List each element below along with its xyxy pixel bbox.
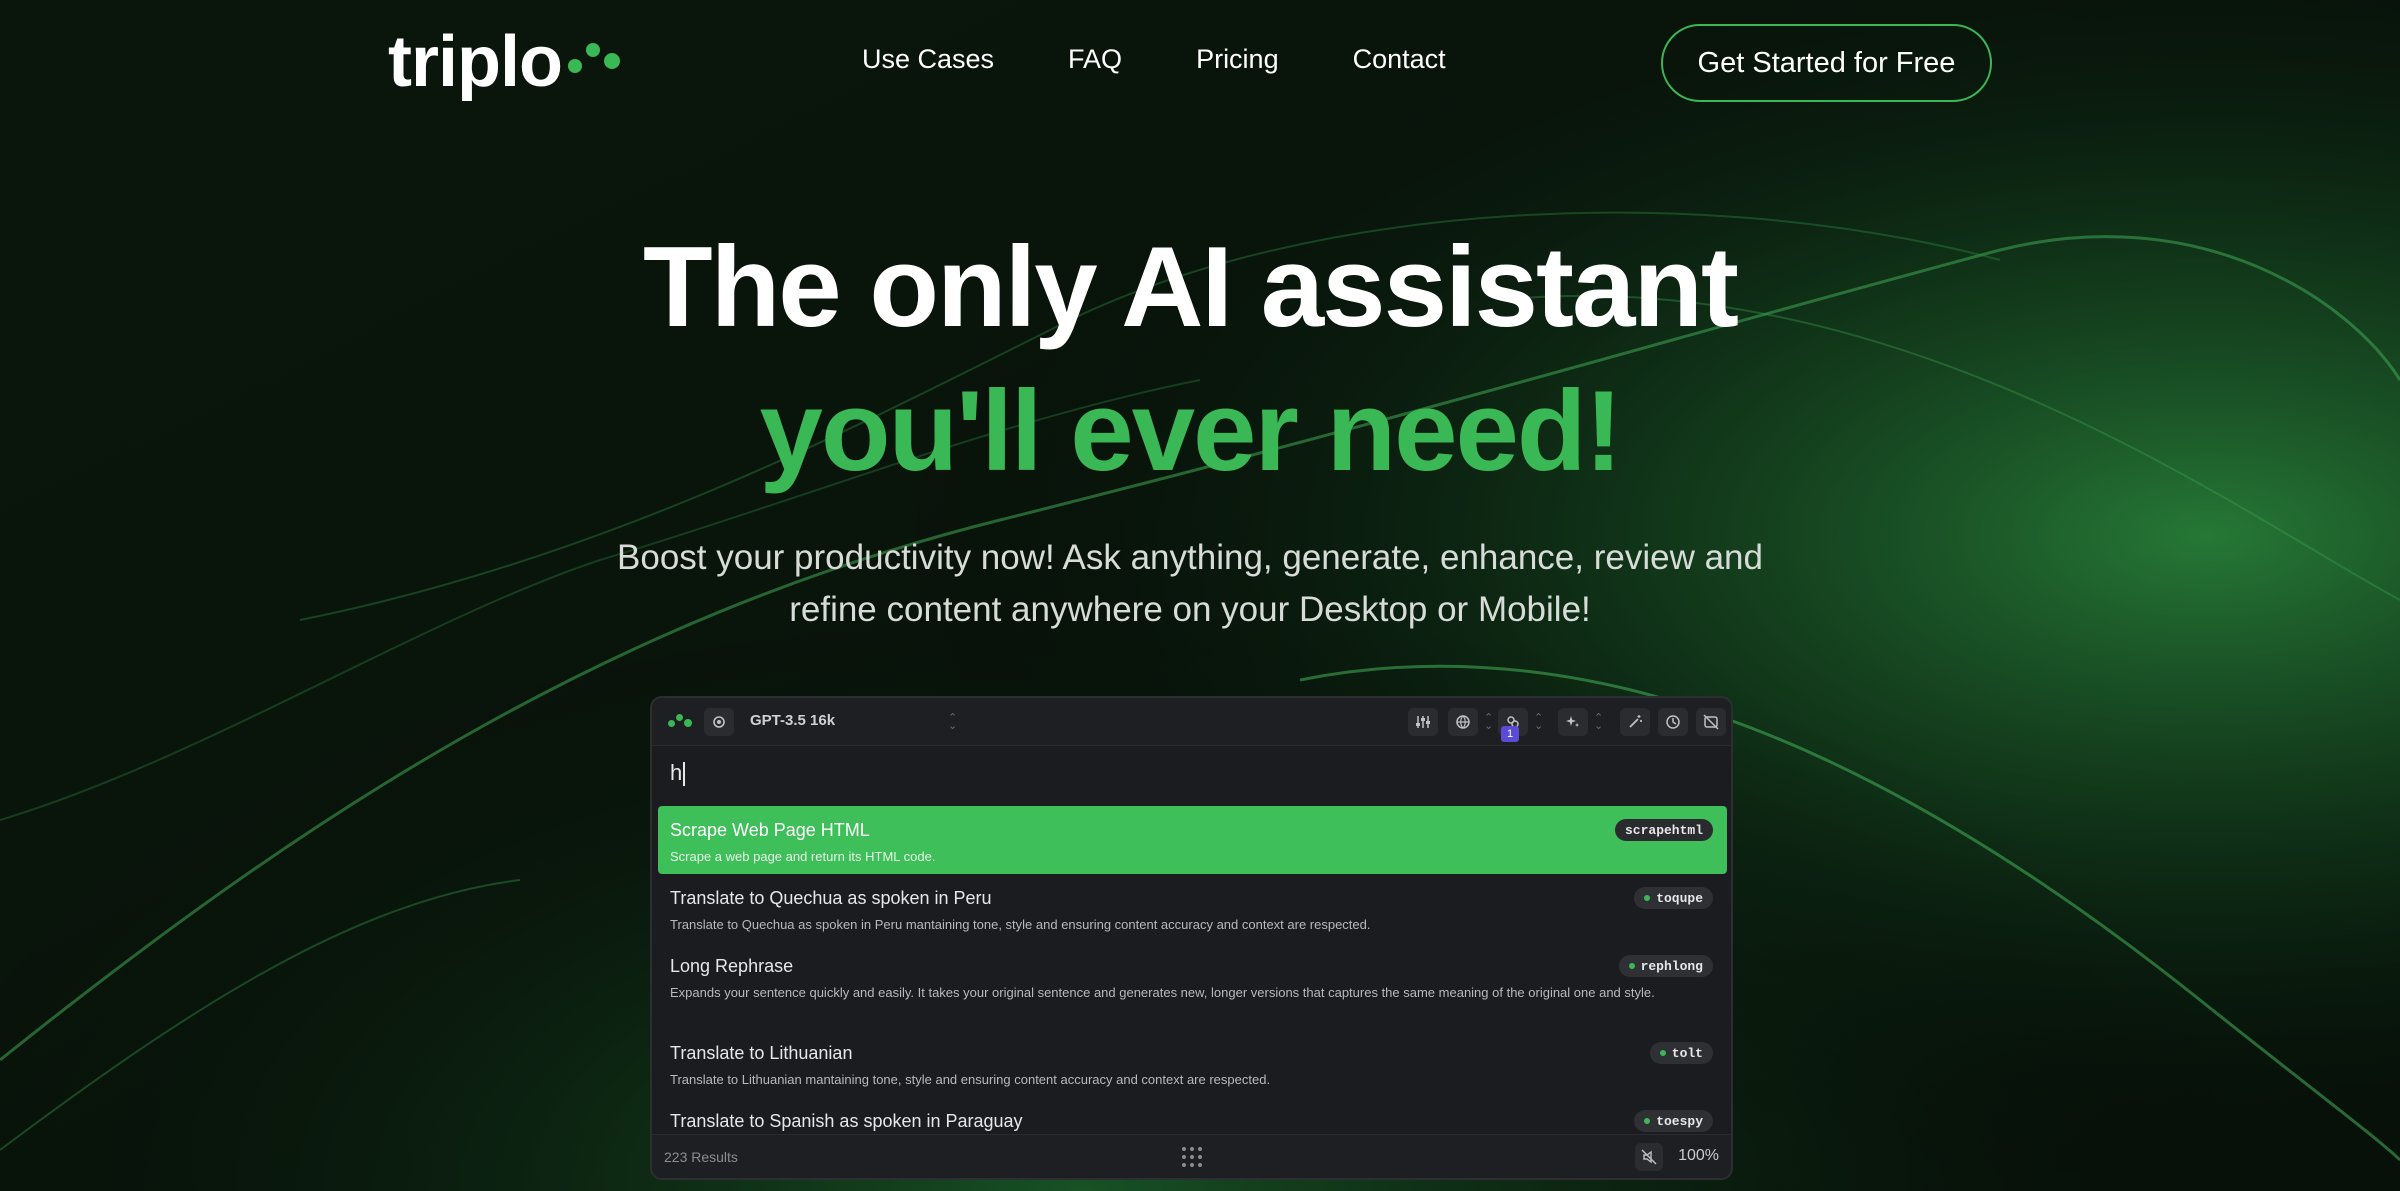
plugin-count-badge: 1 bbox=[1501, 726, 1519, 742]
result-title: Translate to Quechua as spoken in Peru bbox=[670, 888, 992, 908]
results-list: Scrape Web Page HTML Scrape a web page a… bbox=[658, 806, 1727, 1137]
model-select[interactable]: GPT-3.5 16k bbox=[750, 712, 835, 729]
triplo-logo[interactable]: triplo bbox=[388, 22, 630, 102]
result-tag: scrapehtml bbox=[1614, 819, 1713, 841]
hero-title-line1: The only AI assistant bbox=[642, 224, 1739, 351]
status-dot bbox=[1659, 1050, 1666, 1056]
result-desc: Translate to Quechua as spoken in Peru m… bbox=[670, 917, 1371, 932]
result-desc: Expands your sentence quickly and easily… bbox=[670, 985, 1655, 1000]
sparkles-icon[interactable] bbox=[1558, 708, 1588, 736]
sliders-icon[interactable] bbox=[1408, 708, 1438, 736]
query-input[interactable]: h bbox=[670, 760, 686, 787]
list-item[interactable]: Scrape Web Page HTML Scrape a web page a… bbox=[658, 806, 1727, 874]
result-title: Scrape Web Page HTML bbox=[670, 820, 870, 840]
logo-text: triplo bbox=[388, 22, 563, 102]
grip-icon[interactable] bbox=[1182, 1147, 1204, 1169]
results-count: 223 Results bbox=[664, 1149, 738, 1165]
text-caret bbox=[683, 762, 686, 787]
result-tag: rephlong bbox=[1618, 955, 1713, 977]
hide-icon[interactable] bbox=[1696, 708, 1726, 736]
list-item[interactable]: Translate to Lithuanian Translate to Lit… bbox=[658, 1029, 1727, 1097]
logo-dots-icon bbox=[567, 37, 630, 87]
status-dot bbox=[1644, 895, 1651, 901]
nav-faq[interactable]: FAQ bbox=[1068, 44, 1122, 75]
list-item[interactable]: Translate to Quechua as spoken in Peru T… bbox=[658, 874, 1727, 942]
nav-use-cases[interactable]: Use Cases bbox=[862, 44, 994, 75]
status-dot bbox=[1628, 963, 1635, 969]
settings-icon[interactable] bbox=[704, 708, 734, 736]
result-desc: Translate to Lithuanian mantaining tone,… bbox=[670, 1072, 1271, 1087]
zoom-level[interactable]: 100% bbox=[1678, 1147, 1719, 1165]
status-dot bbox=[1644, 1118, 1651, 1124]
list-item[interactable]: Long Rephrase Expands your sentence quic… bbox=[658, 942, 1727, 1029]
app-toolbar: GPT-3.5 16k ⌃ ⌄ ⌃ ⌄ 1 ⌃ ⌄ ⌃ ⌄ bbox=[652, 698, 1731, 746]
wand-icon[interactable] bbox=[1620, 708, 1650, 736]
result-tag: toqupe bbox=[1634, 887, 1713, 909]
result-desc: Scrape a web page and return its HTML co… bbox=[670, 849, 936, 864]
result-title: Long Rephrase bbox=[670, 956, 794, 976]
app-statusbar: 223 Results 100% bbox=[652, 1134, 1731, 1178]
hero-subtitle: Boost your productivity now! Ask anythin… bbox=[617, 538, 1763, 629]
result-title: Translate to Lithuanian bbox=[670, 1043, 853, 1063]
mute-icon[interactable] bbox=[1635, 1143, 1663, 1171]
query-text: h bbox=[670, 760, 683, 785]
result-title: Translate to Spanish as spoken in Paragu… bbox=[670, 1111, 1023, 1131]
history-icon[interactable] bbox=[1658, 708, 1688, 736]
model-chevron-icon[interactable]: ⌃ ⌄ bbox=[948, 713, 957, 732]
main-nav: Use Cases FAQ Pricing Contact bbox=[862, 44, 1520, 75]
triplo-app-window: GPT-3.5 16k ⌃ ⌄ ⌃ ⌄ 1 ⌃ ⌄ ⌃ ⌄ h Scrape Web bbox=[650, 696, 1733, 1180]
globe-chevron-icon[interactable]: ⌃ ⌄ bbox=[1484, 713, 1493, 732]
link-chevron-icon[interactable]: ⌃ ⌄ bbox=[1534, 713, 1543, 732]
get-started-button[interactable]: Get Started for Free bbox=[1661, 24, 1992, 102]
sparkles-chevron-icon[interactable]: ⌃ ⌄ bbox=[1594, 713, 1603, 732]
nav-contact[interactable]: Contact bbox=[1353, 44, 1446, 75]
list-item[interactable]: Translate to Spanish as spoken in Paragu… bbox=[658, 1097, 1727, 1137]
app-logo-icon bbox=[668, 712, 692, 730]
result-tag: tolt bbox=[1649, 1042, 1713, 1064]
nav-pricing[interactable]: Pricing bbox=[1196, 44, 1279, 75]
hero-title-line2: you'll ever need! bbox=[759, 368, 1622, 495]
result-tag: toespy bbox=[1634, 1110, 1713, 1132]
globe-icon[interactable] bbox=[1448, 708, 1478, 736]
